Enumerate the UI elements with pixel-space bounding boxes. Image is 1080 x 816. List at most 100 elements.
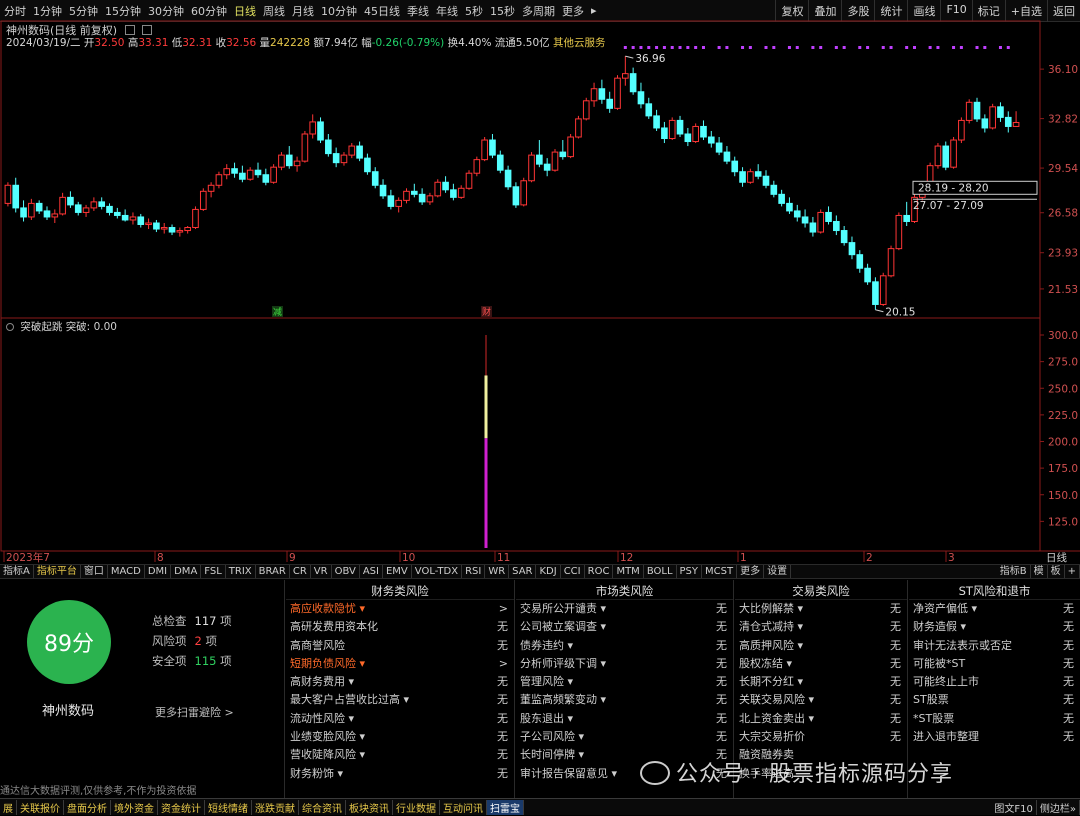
bottom-right-tab[interactable]: 图文F10: [991, 800, 1037, 815]
price-tick-label: 29.54: [1048, 163, 1078, 175]
risk-row-label: 营收陡降风险 ▾: [290, 748, 366, 762]
time-tick-label: 2023年7: [6, 551, 50, 564]
indicator-tab-right[interactable]: 模: [1031, 565, 1048, 578]
risk-row[interactable]: 大宗交易折价 无: [735, 728, 907, 746]
risk-row[interactable]: 北上资金卖出 ▾ 无: [735, 710, 907, 728]
bottom-tab[interactable]: 短线情绪: [205, 799, 252, 815]
risk-row[interactable]: 最大客户占营收比过高 ▾ 无: [286, 691, 514, 709]
indicator-tab[interactable]: 设置: [764, 565, 792, 578]
risk-row[interactable]: 高质押风险 ▾ 无: [735, 637, 907, 655]
candlestick-chart[interactable]: 36.10 32.82 29.54 26.58 23.93 21.53 300.0 275.…: [0, 0, 1080, 564]
indicator-tab[interactable]: MACD: [108, 565, 145, 578]
indicator-tab[interactable]: WR: [485, 565, 510, 578]
indicator-tab[interactable]: 指标平台: [34, 565, 81, 578]
indicator-tab[interactable]: DMA: [171, 565, 202, 578]
indicator-tab[interactable]: TRIX: [226, 565, 256, 578]
risk-row[interactable]: 债券违约 ▾ 无: [516, 637, 733, 655]
bottom-tab[interactable]: 扫雷宝: [487, 799, 524, 815]
indicator-tab-right[interactable]: +: [1065, 565, 1080, 578]
risk-row-value: 无: [716, 693, 727, 707]
risk-row[interactable]: 长期不分红 ▾ 无: [735, 673, 907, 691]
indicator-tab-right[interactable]: 指标B: [997, 565, 1031, 578]
risk-row[interactable]: 短期负债风险 ▾ >: [286, 655, 514, 673]
risk-row[interactable]: 进入退市整理 无: [909, 728, 1080, 746]
indicator-tab[interactable]: KDJ: [536, 565, 561, 578]
indicator-tab[interactable]: ASI: [360, 565, 383, 578]
indicator-tab[interactable]: SAR: [509, 565, 537, 578]
risk-row[interactable]: 高财务费用 ▾ 无: [286, 673, 514, 691]
safe-items: 安全项 115 项: [152, 653, 232, 669]
candle-body: [786, 202, 793, 212]
indicator-tab[interactable]: FSL: [201, 565, 226, 578]
indicator-tab[interactable]: 指标A: [0, 565, 34, 578]
gear-icon[interactable]: [6, 323, 14, 331]
risk-row-label: 管理风险 ▾: [520, 675, 574, 689]
indicator-tab-right[interactable]: 板: [1048, 565, 1065, 578]
indicator-tab[interactable]: BRAR: [256, 565, 290, 578]
indicator-tab[interactable]: EMV: [383, 565, 412, 578]
risk-row[interactable]: 财务造假 ▾ 无: [909, 618, 1080, 636]
risk-row[interactable]: 股权冻结 ▾ 无: [735, 655, 907, 673]
risk-row[interactable]: 交易所公开谴责 ▾ 无: [516, 600, 733, 618]
risk-row[interactable]: 净资产偏低 ▾ 无: [909, 600, 1080, 618]
candle-body: [153, 222, 160, 230]
risk-row-label: 高研发费用资本化: [290, 620, 378, 634]
risk-row[interactable]: 子公司风险 ▾ 无: [516, 728, 733, 746]
risk-row[interactable]: 可能被*ST 无: [909, 655, 1080, 673]
risk-row[interactable]: 审计无法表示或否定 无: [909, 637, 1080, 655]
candle-body: [817, 211, 825, 233]
risk-row[interactable]: 高商誉风险 无: [286, 637, 514, 655]
candle-body: [387, 195, 395, 207]
risk-row[interactable]: 公司被立案调查 ▾ 无: [516, 618, 733, 636]
bottom-tab[interactable]: 行业数据: [393, 799, 440, 815]
indicator-tab[interactable]: MTM: [613, 565, 644, 578]
risk-row[interactable]: 营收陡降风险 ▾ 无: [286, 746, 514, 764]
indicator-tab[interactable]: PSY: [677, 565, 703, 578]
risk-row[interactable]: 清仓式减持 ▾ 无: [735, 618, 907, 636]
risk-row-value: 无: [716, 638, 727, 652]
bottom-tab[interactable]: 盘面分析: [64, 799, 111, 815]
risk-row[interactable]: 大比例解禁 ▾ 无: [735, 600, 907, 618]
indicator-tab[interactable]: BOLL: [644, 565, 677, 578]
risk-row-value: 无: [716, 675, 727, 689]
risk-row[interactable]: 高研发费用资本化 无: [286, 618, 514, 636]
bottom-tab[interactable]: 境外资金: [111, 799, 158, 815]
indicator-tab[interactable]: DMI: [145, 565, 172, 578]
bottom-tab[interactable]: 关联报价: [17, 799, 64, 815]
indicator-tab[interactable]: ROC: [585, 565, 614, 578]
bottom-right-tab[interactable]: 侧边栏»: [1037, 800, 1080, 815]
indicator-tab[interactable]: OBV: [332, 565, 360, 578]
bottom-tab[interactable]: 涨跌贡献: [252, 799, 299, 815]
indicator-tab[interactable]: CCI: [561, 565, 585, 578]
risk-row[interactable]: 高应收款隐忧 ▾ >: [286, 600, 514, 618]
risk-row[interactable]: 董监高频繁变动 ▾ 无: [516, 691, 733, 709]
bottom-tab[interactable]: 综合资讯: [299, 799, 346, 815]
signal-dot: [952, 46, 956, 49]
indicator-tab[interactable]: MCST: [702, 565, 738, 578]
indicator-tab[interactable]: 窗口: [81, 565, 108, 578]
indicator-tab[interactable]: CR: [290, 565, 311, 578]
risk-row-label: 财务造假 ▾: [913, 620, 967, 634]
indicator-tab[interactable]: RSI: [462, 565, 486, 578]
indicator-tab[interactable]: VR: [311, 565, 332, 578]
risk-row[interactable]: 流动性风险 ▾ 无: [286, 710, 514, 728]
indicator-tab[interactable]: VOL-TDX: [412, 565, 463, 578]
risk-row[interactable]: 股东退出 ▾ 无: [516, 710, 733, 728]
risk-row[interactable]: 管理风险 ▾ 无: [516, 673, 733, 691]
risk-row[interactable]: 关联交易风险 ▾ 无: [735, 691, 907, 709]
bottom-tab[interactable]: 互动问讯: [440, 799, 487, 815]
risk-row[interactable]: 财务粉饰 ▾ 无: [286, 765, 514, 783]
signal-dot: [975, 46, 979, 49]
risk-row[interactable]: 业绩变脸风险 ▾ 无: [286, 728, 514, 746]
risk-row[interactable]: *ST股票 无: [909, 710, 1080, 728]
risk-row[interactable]: 分析师评级下调 ▾ 无: [516, 655, 733, 673]
bottom-tab[interactable]: 资金统计: [158, 799, 205, 815]
risk-row[interactable]: ST股票 无: [909, 691, 1080, 709]
indicator-tab[interactable]: 更多: [737, 565, 765, 578]
signal-dot: [741, 46, 745, 49]
sub-tick-label: 150.0: [1048, 490, 1078, 502]
risk-row[interactable]: 可能终止上市 无: [909, 673, 1080, 691]
more-scan-link[interactable]: 更多扫雷避险 >: [155, 704, 234, 720]
bottom-tab[interactable]: 板块资讯: [346, 799, 393, 815]
bottom-tab[interactable]: 展: [0, 799, 17, 815]
